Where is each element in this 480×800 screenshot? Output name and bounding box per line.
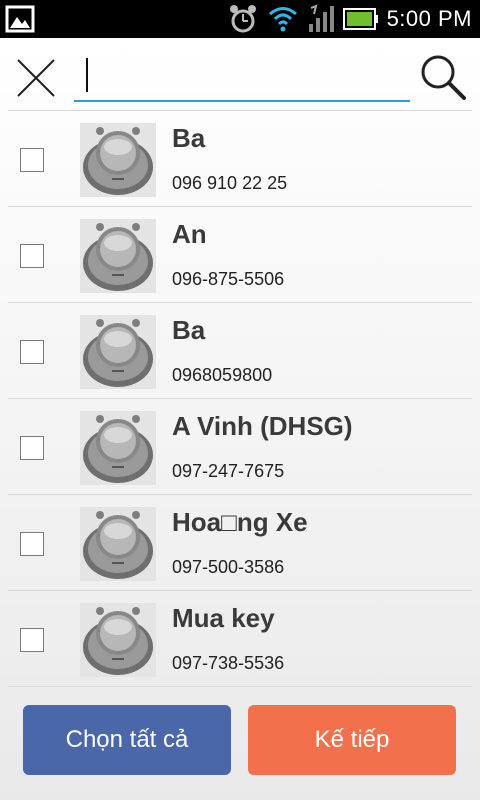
search-bar	[0, 38, 480, 112]
contact-checkbox[interactable]	[20, 628, 44, 652]
list-divider	[8, 686, 472, 687]
avatar-icon	[80, 507, 156, 581]
contact-checkbox[interactable]	[20, 340, 44, 364]
avatar-icon	[80, 219, 156, 293]
avatar-icon	[80, 315, 156, 389]
contact-name: Ba	[172, 123, 206, 153]
contact-row[interactable]: Hoa□ng Xe 097-500-3586	[8, 494, 472, 590]
avatar-icon	[80, 411, 156, 485]
battery-icon	[342, 8, 378, 30]
contact-phone: 0968059800	[172, 365, 273, 385]
contact-row[interactable]: A Vinh (DHSG) 097-247-7675	[8, 398, 472, 494]
status-bar: 5:00 PM	[0, 0, 480, 38]
contact-checkbox[interactable]	[20, 244, 44, 268]
wifi-icon	[268, 7, 297, 32]
contact-picker: Ba 096 910 22 25 An 096-875-5506 Ba 0968059…	[0, 38, 480, 800]
close-icon[interactable]	[14, 56, 58, 100]
contact-phone: 097-738-5536	[172, 653, 285, 673]
contact-checkbox[interactable]	[20, 436, 44, 460]
search-icon[interactable]	[418, 52, 468, 102]
contact-checkbox[interactable]	[20, 532, 44, 556]
contact-phone: 097-247-7675	[172, 461, 285, 481]
contact-name: An	[172, 219, 207, 249]
contact-row[interactable]: An 096-875-5506	[8, 206, 472, 302]
contact-checkbox[interactable]	[20, 148, 44, 172]
contact-name: Mua key	[172, 603, 275, 633]
contact-name: Hoa□ng Xe	[172, 507, 308, 537]
contact-row[interactable]: Ba 0968059800	[8, 302, 472, 398]
image-icon	[5, 5, 35, 33]
contact-phone: 096-875-5506	[172, 269, 285, 289]
next-button[interactable]: Kế tiếp	[248, 705, 456, 775]
select-all-button[interactable]: Chọn tất cả	[23, 705, 231, 775]
contact-phone: 096 910 22 25	[172, 173, 288, 193]
contact-name: Ba	[172, 315, 206, 345]
status-time: 5:00 PM	[386, 6, 472, 31]
search-input[interactable]	[74, 52, 410, 102]
contact-name: A Vinh (DHSG)	[172, 411, 353, 441]
avatar-icon	[80, 603, 156, 677]
signal-icon	[308, 4, 334, 32]
contact-list: Ba 096 910 22 25 An 096-875-5506 Ba 0968059…	[0, 110, 480, 688]
contact-row[interactable]: Ba 096 910 22 25	[8, 110, 472, 206]
contact-phone: 097-500-3586	[172, 557, 285, 577]
contact-row[interactable]: Mua key 097-738-5536	[8, 590, 472, 686]
avatar-icon	[80, 123, 156, 197]
text-cursor	[86, 58, 88, 92]
alarm-icon	[229, 5, 256, 33]
